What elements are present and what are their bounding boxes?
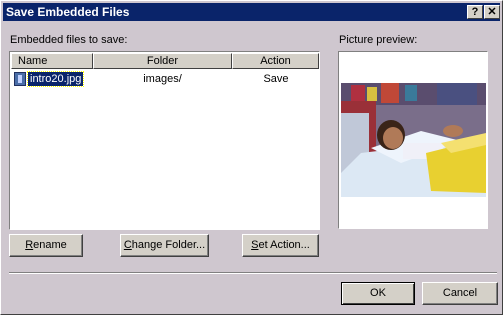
picture-preview: [338, 51, 488, 229]
files-list-label: Embedded files to save:: [10, 34, 128, 46]
change-folder-button[interactable]: Change Folder...: [120, 234, 209, 257]
list-header: Name Folder Action: [11, 53, 319, 69]
cancel-button[interactable]: Cancel: [422, 282, 498, 305]
image-file-icon: [14, 72, 26, 86]
folder-cell: images/: [143, 73, 182, 85]
set-action-label: et Action...: [258, 239, 310, 251]
preview-photo: [341, 83, 486, 197]
action-cell: Save: [263, 73, 289, 85]
rename-hotkey: R: [25, 239, 34, 251]
column-header-folder[interactable]: Folder: [93, 53, 232, 69]
close-button[interactable]: ✕: [484, 5, 500, 19]
window-title: Save Embedded Files: [6, 5, 130, 19]
rename-label: ename: [33, 239, 67, 251]
table-row[interactable]: intro20.jpg images/ Save: [11, 71, 318, 87]
column-header-name[interactable]: Name: [11, 53, 93, 69]
divider: [9, 272, 497, 274]
change-folder-label: hange Folder...: [131, 239, 206, 251]
help-button[interactable]: ?: [467, 5, 483, 19]
file-name-cell[interactable]: intro20.jpg: [14, 71, 94, 87]
column-header-action[interactable]: Action: [232, 53, 319, 69]
ok-button[interactable]: OK: [341, 282, 415, 305]
preview-label: Picture preview:: [339, 34, 418, 46]
change-folder-hotkey: C: [123, 239, 132, 251]
file-name[interactable]: intro20.jpg: [26, 71, 85, 87]
title-bar: Save Embedded Files ? ✕: [3, 3, 500, 21]
set-action-button[interactable]: Set Action...: [242, 234, 319, 257]
rename-button[interactable]: Rename: [9, 234, 83, 257]
save-embedded-files-dialog: Save Embedded Files ? ✕ Embedded files t…: [0, 0, 503, 315]
embedded-files-list[interactable]: Name Folder Action intro20.jpg images/ S…: [9, 51, 320, 230]
